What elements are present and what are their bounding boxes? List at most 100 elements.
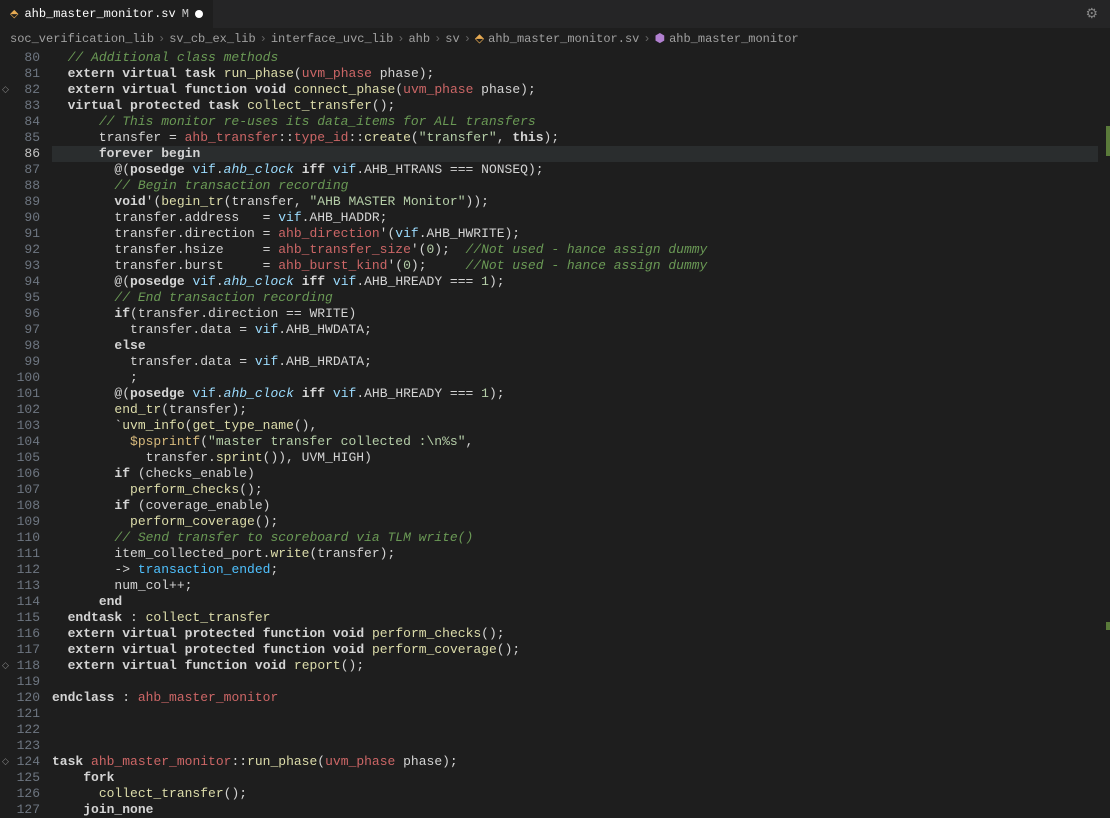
code-line[interactable]: end_tr(transfer); bbox=[52, 402, 1110, 418]
line-number: 116 bbox=[0, 626, 40, 642]
code-line[interactable]: // Additional class methods bbox=[52, 50, 1110, 66]
code-line[interactable]: // Begin transaction recording bbox=[52, 178, 1110, 194]
code-line[interactable]: forever begin bbox=[52, 146, 1110, 162]
editor-tab[interactable]: ⬘ ahb_master_monitor.sv M bbox=[0, 0, 214, 28]
code-line[interactable]: transfer.data = vif.AHB_HWDATA; bbox=[52, 322, 1110, 338]
code-line[interactable]: transfer.burst = ahb_burst_kind'(0); //N… bbox=[52, 258, 1110, 274]
line-number: 104 bbox=[0, 434, 40, 450]
code-line[interactable] bbox=[52, 738, 1110, 754]
code-line[interactable]: transfer.sprint()), UVM_HIGH) bbox=[52, 450, 1110, 466]
line-number: 114 bbox=[0, 594, 40, 610]
code-line[interactable]: extern virtual task run_phase(uvm_phase … bbox=[52, 66, 1110, 82]
chevron-right-icon: › bbox=[643, 32, 650, 46]
line-number: 92 bbox=[0, 242, 40, 258]
code-line[interactable]: if (coverage_enable) bbox=[52, 498, 1110, 514]
code-line[interactable]: ; bbox=[52, 370, 1110, 386]
file-icon: ⬘ bbox=[10, 7, 18, 21]
line-number: 94 bbox=[0, 274, 40, 290]
code-line[interactable] bbox=[52, 722, 1110, 738]
line-number: 110 bbox=[0, 530, 40, 546]
code-line[interactable]: transfer.hsize = ahb_transfer_size'(0); … bbox=[52, 242, 1110, 258]
code-line[interactable]: $psprintf("master transfer collected :\n… bbox=[52, 434, 1110, 450]
code-line[interactable]: void'(begin_tr(transfer, "AHB MASTER Mon… bbox=[52, 194, 1110, 210]
breadcrumb-part[interactable]: ahb bbox=[408, 32, 430, 46]
line-number: 84 bbox=[0, 114, 40, 130]
line-number: 117 bbox=[0, 642, 40, 658]
gear-icon[interactable]: ⚙ bbox=[1073, 6, 1110, 23]
code-line[interactable]: extern virtual protected function void p… bbox=[52, 626, 1110, 642]
tab-filename: ahb_master_monitor.sv bbox=[24, 7, 175, 21]
line-number: 81 bbox=[0, 66, 40, 82]
code-line[interactable]: extern virtual function void connect_pha… bbox=[52, 82, 1110, 98]
line-number: 96 bbox=[0, 306, 40, 322]
code-line[interactable]: @(posedge vif.ahb_clock iff vif.AHB_HTRA… bbox=[52, 162, 1110, 178]
line-number: 113 bbox=[0, 578, 40, 594]
code-line[interactable]: if(transfer.direction == WRITE) bbox=[52, 306, 1110, 322]
line-number: 93 bbox=[0, 258, 40, 274]
code-editor[interactable]: ◇◇◇ 808182838485868788899091929394959697… bbox=[0, 50, 1110, 812]
breadcrumb-part[interactable]: soc_verification_lib bbox=[10, 32, 154, 46]
line-number: 103 bbox=[0, 418, 40, 434]
line-number: 95 bbox=[0, 290, 40, 306]
line-number: 112 bbox=[0, 562, 40, 578]
tab-bar: ⬘ ahb_master_monitor.sv M ⚙ bbox=[0, 0, 1110, 28]
breadcrumb-part[interactable]: interface_uvc_lib bbox=[271, 32, 393, 46]
code-line[interactable]: // This monitor re-uses its data_items f… bbox=[52, 114, 1110, 130]
line-number: 91 bbox=[0, 226, 40, 242]
line-number-gutter: ◇◇◇ 808182838485868788899091929394959697… bbox=[0, 50, 48, 812]
tab-dirty-indicator bbox=[195, 10, 203, 18]
code-line[interactable]: fork bbox=[52, 770, 1110, 786]
code-area[interactable]: // Additional class methods extern virtu… bbox=[48, 50, 1110, 812]
line-number: 100 bbox=[0, 370, 40, 386]
code-line[interactable]: -> transaction_ended; bbox=[52, 562, 1110, 578]
code-line[interactable]: collect_transfer(); bbox=[52, 786, 1110, 802]
code-line[interactable]: @(posedge vif.ahb_clock iff vif.AHB_HREA… bbox=[52, 386, 1110, 402]
code-line[interactable]: endtask : collect_transfer bbox=[52, 610, 1110, 626]
breadcrumb[interactable]: soc_verification_lib › sv_cb_ex_lib › in… bbox=[0, 28, 1110, 50]
code-line[interactable]: end bbox=[52, 594, 1110, 610]
line-number: 127 bbox=[0, 802, 40, 818]
code-line[interactable]: endclass : ahb_master_monitor bbox=[52, 690, 1110, 706]
code-line[interactable]: if (checks_enable) bbox=[52, 466, 1110, 482]
code-line[interactable]: extern virtual protected function void p… bbox=[52, 642, 1110, 658]
code-line[interactable]: else bbox=[52, 338, 1110, 354]
gutter-diff-marker: ◇ bbox=[2, 754, 9, 770]
code-line[interactable]: transfer = ahb_transfer::type_id::create… bbox=[52, 130, 1110, 146]
code-line[interactable] bbox=[52, 706, 1110, 722]
breadcrumb-part[interactable]: sv_cb_ex_lib bbox=[169, 32, 255, 46]
code-line[interactable]: task ahb_master_monitor::run_phase(uvm_p… bbox=[52, 754, 1110, 770]
chevron-right-icon: › bbox=[260, 32, 267, 46]
line-number: 98 bbox=[0, 338, 40, 354]
breadcrumb-part[interactable]: sv bbox=[445, 32, 459, 46]
line-number: 89 bbox=[0, 194, 40, 210]
line-number: 105 bbox=[0, 450, 40, 466]
code-line[interactable]: perform_coverage(); bbox=[52, 514, 1110, 530]
breadcrumb-part[interactable]: ahb_master_monitor bbox=[669, 32, 799, 46]
code-line[interactable]: @(posedge vif.ahb_clock iff vif.AHB_HREA… bbox=[52, 274, 1110, 290]
code-line[interactable]: virtual protected task collect_transfer(… bbox=[52, 98, 1110, 114]
symbol-class-icon: ⬢ bbox=[655, 31, 665, 46]
code-line[interactable]: transfer.data = vif.AHB_HRDATA; bbox=[52, 354, 1110, 370]
code-line[interactable]: // End transaction recording bbox=[52, 290, 1110, 306]
line-number: 86 bbox=[0, 146, 40, 162]
code-line[interactable]: join_none bbox=[52, 802, 1110, 818]
code-line[interactable]: item_collected_port.write(transfer); bbox=[52, 546, 1110, 562]
line-number: 87 bbox=[0, 162, 40, 178]
line-number: 108 bbox=[0, 498, 40, 514]
line-number: 101 bbox=[0, 386, 40, 402]
code-line[interactable]: `uvm_info(get_type_name(), bbox=[52, 418, 1110, 434]
line-number: 90 bbox=[0, 210, 40, 226]
overview-ruler[interactable] bbox=[1098, 50, 1110, 812]
chevron-right-icon: › bbox=[464, 32, 471, 46]
chevron-right-icon: › bbox=[434, 32, 441, 46]
code-line[interactable]: // Send transfer to scoreboard via TLM w… bbox=[52, 530, 1110, 546]
line-number: 106 bbox=[0, 466, 40, 482]
code-line[interactable]: transfer.address = vif.AHB_HADDR; bbox=[52, 210, 1110, 226]
code-line[interactable]: transfer.direction = ahb_direction'(vif.… bbox=[52, 226, 1110, 242]
code-line[interactable]: extern virtual function void report(); bbox=[52, 658, 1110, 674]
code-line[interactable]: num_col++; bbox=[52, 578, 1110, 594]
code-line[interactable]: perform_checks(); bbox=[52, 482, 1110, 498]
breadcrumb-part[interactable]: ahb_master_monitor.sv bbox=[488, 32, 639, 46]
code-line[interactable] bbox=[52, 674, 1110, 690]
line-number: 102 bbox=[0, 402, 40, 418]
